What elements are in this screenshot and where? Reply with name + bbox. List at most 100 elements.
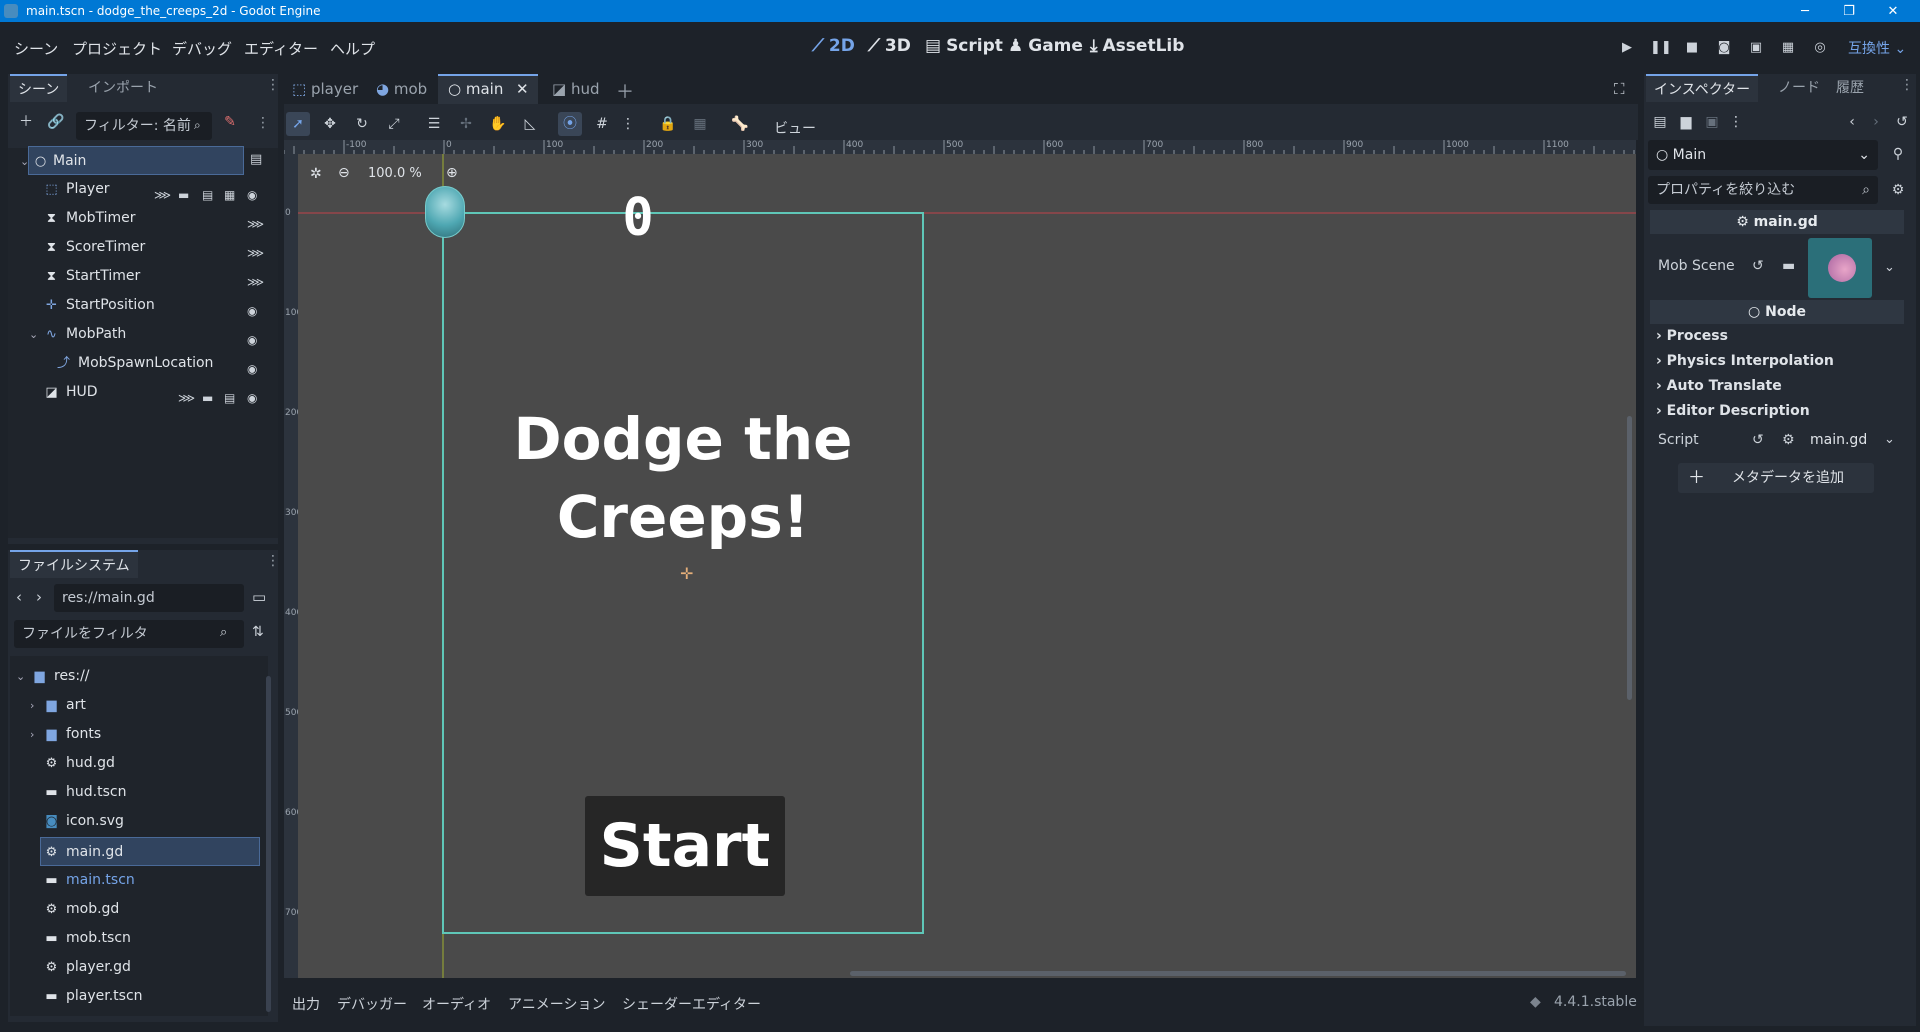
renderer-select[interactable]: 互換性 ⌄	[1848, 38, 1906, 58]
workspace-script-button[interactable]: ▤ Script	[925, 36, 1003, 56]
distraction-free-icon[interactable]: ⛶	[1614, 80, 1625, 98]
back-icon[interactable]: ‹	[16, 588, 22, 606]
tab-audio[interactable]: オーディオ	[422, 994, 491, 1014]
category-physics-interpolation[interactable]: › Physics Interpolation	[1656, 353, 1834, 369]
new-resource-icon[interactable]: ▤	[1648, 110, 1672, 134]
vertical-scrollbar[interactable]	[1627, 416, 1632, 700]
script-icon[interactable]: ▤	[224, 384, 235, 413]
save-resource-icon[interactable]: ▣	[1700, 110, 1724, 134]
visibility-eye-icon[interactable]: ◉	[247, 384, 257, 413]
collapse-arrow-icon[interactable]: ⌄	[29, 320, 38, 349]
start-position-marker-icon[interactable]: ✛	[680, 564, 693, 583]
tab-import[interactable]: インポート	[80, 74, 166, 102]
move-tool-icon[interactable]: ✥	[318, 112, 342, 136]
script-attached-icon[interactable]: ▤	[250, 152, 262, 167]
close-button[interactable]: ✕	[1870, 0, 1916, 22]
view-menu[interactable]: ビュー	[774, 118, 816, 138]
tab-history[interactable]: 履歴	[1828, 74, 1872, 102]
fs-item-main-tscn[interactable]: ▬ main.tscn	[28, 866, 288, 895]
tree-node-mobpath[interactable]: ⌄ ∿ MobPath ◉	[28, 320, 298, 349]
minimize-button[interactable]: ─	[1782, 0, 1828, 22]
history-back-icon[interactable]: ‹	[1840, 110, 1864, 134]
tab-filesystem[interactable]: ファイルシステム	[10, 550, 138, 578]
skeleton-icon[interactable]: 🦴	[728, 112, 752, 136]
scene-instance-icon[interactable]: ▬	[202, 384, 213, 413]
scene-tree-menu-icon[interactable]: ⋮	[256, 116, 270, 130]
dock-menu-icon[interactable]: ⋮	[266, 554, 280, 568]
workspace-3d-button[interactable]: ⟋ 3D	[868, 36, 911, 56]
dock-menu-icon[interactable]: ⋮	[266, 78, 280, 92]
toggle-split-icon[interactable]: ▭	[252, 588, 266, 606]
play-scene-icon[interactable]: ▣	[1746, 38, 1766, 58]
sort-icon[interactable]: ⇅	[252, 624, 264, 640]
rotate-tool-icon[interactable]: ↻	[350, 112, 374, 136]
tree-node-player[interactable]: ⬚ Player ⋙ ▬ ▤ ▦ ◉	[40, 175, 310, 204]
list-select-icon[interactable]: ☰	[422, 112, 446, 136]
expand-arrow-icon[interactable]: ›	[30, 691, 34, 720]
zoom-in-icon[interactable]: ⊕	[446, 165, 458, 181]
category-process[interactable]: › Process	[1656, 328, 1728, 344]
zoom-out-icon[interactable]: ⊖	[338, 165, 350, 181]
collapse-arrow-icon[interactable]: ⌄	[20, 147, 29, 176]
inspected-object-select[interactable]: ○ Main ⌄	[1648, 140, 1878, 170]
scene-filter-input[interactable]: フィルター: 名前	[76, 112, 212, 140]
select-tool-icon[interactable]: ➚	[286, 112, 310, 136]
player-sprite[interactable]	[425, 186, 465, 238]
collapse-arrow-icon[interactable]: ⌄	[16, 662, 25, 691]
tab-scene[interactable]: シーン	[10, 74, 68, 102]
path-field[interactable]: res://main.gd	[54, 584, 244, 612]
fs-item-res[interactable]: ⌄ ▆ res://	[16, 662, 276, 691]
fs-item-player-gd[interactable]: ⚙ player.gd	[28, 953, 288, 982]
workspace-game-button[interactable]: ♟ Game	[1008, 36, 1083, 56]
node-docs-icon[interactable]: ⚲	[1886, 142, 1910, 166]
mob-scene-preview[interactable]	[1808, 238, 1872, 298]
start-button[interactable]: Start	[585, 796, 785, 896]
revert-icon[interactable]: ↺	[1752, 432, 1764, 448]
menu-project[interactable]: プロジェクト	[72, 38, 162, 59]
fs-item-fonts[interactable]: › ▆ fonts	[28, 720, 288, 749]
menu-editor[interactable]: エディター	[244, 38, 318, 59]
revert-icon[interactable]: ↺	[1752, 258, 1764, 274]
history-forward-icon[interactable]: ›	[1864, 110, 1888, 134]
play-custom-scene-icon[interactable]: ▦	[1778, 38, 1798, 58]
fs-item-mob-gd[interactable]: ⚙ mob.gd	[28, 895, 288, 924]
chevron-down-icon[interactable]: ⌄	[1884, 260, 1895, 275]
dock-menu-icon[interactable]: ⋮	[1900, 78, 1914, 92]
property-filter-input[interactable]: プロパティを絞り込む ⌕	[1648, 176, 1878, 204]
movie-maker-icon[interactable]: ◎	[1810, 38, 1830, 58]
pivot-tool-icon[interactable]: ✢	[454, 112, 478, 136]
file-filter-input[interactable]: ファイルをフィルタ	[14, 620, 244, 648]
fs-item-icon-svg[interactable]: ◙ icon.svg	[28, 807, 288, 836]
category-auto-translate[interactable]: › Auto Translate	[1656, 378, 1782, 394]
play-icon[interactable]: ▶	[1617, 38, 1637, 58]
stop-icon[interactable]: ■	[1682, 38, 1702, 58]
tab-node[interactable]: ノード	[1770, 74, 1828, 102]
fs-item-art[interactable]: › ▆ art	[28, 691, 288, 720]
object-history-icon[interactable]: ↺	[1890, 110, 1914, 134]
remote-debug-icon[interactable]: ◙	[1714, 38, 1734, 58]
fs-item-mob-tscn[interactable]: ▬ mob.tscn	[28, 924, 288, 953]
pause-icon[interactable]: ❚❚	[1650, 38, 1672, 58]
expand-arrow-icon[interactable]: ›	[30, 720, 34, 749]
fs-item-hud-gd[interactable]: ⚙ hud.gd	[28, 749, 288, 778]
script-value[interactable]: main.gd	[1810, 432, 1867, 448]
tree-node-hud[interactable]: ◪ HUD ⋙ ▬ ▤ ◉	[40, 378, 310, 407]
signals-icon[interactable]: ⋙	[178, 384, 195, 413]
tab-hud[interactable]: ◪ hud	[552, 80, 600, 98]
horizontal-scrollbar[interactable]	[850, 971, 1626, 976]
tab-main[interactable]: ○ main ✕	[438, 74, 538, 104]
resource-menu-icon[interactable]: ⋮	[1724, 110, 1748, 134]
attach-script-icon[interactable]: ✎	[218, 110, 242, 134]
ruler-tool-icon[interactable]: ◺	[518, 112, 542, 136]
menu-help[interactable]: ヘルプ	[330, 38, 375, 59]
tab-mob[interactable]: ◕ mob	[376, 80, 427, 98]
close-tab-icon[interactable]: ✕	[516, 76, 529, 102]
tree-node-mobtimer[interactable]: ⧗ MobTimer ⋙	[40, 204, 310, 233]
workspace-assetlib-button[interactable]: ⤓ AssetLib	[1090, 36, 1184, 56]
scale-tool-icon[interactable]: ⤢	[382, 112, 406, 136]
snap-options-icon[interactable]: ⋮	[616, 112, 640, 136]
tree-node-startposition[interactable]: ✛ StartPosition ◉	[40, 291, 310, 320]
instance-scene-icon[interactable]: 🔗	[44, 110, 68, 134]
menu-debug[interactable]: デバッグ	[172, 38, 232, 59]
fs-item-player-tscn[interactable]: ▬ player.tscn	[28, 982, 288, 1011]
